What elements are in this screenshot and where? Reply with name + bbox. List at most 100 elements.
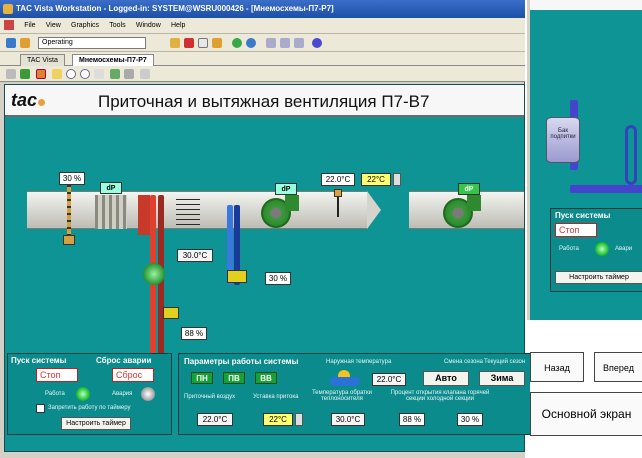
main-screen-button[interactable]: Основной экран bbox=[530, 392, 642, 436]
menu-window[interactable]: Window bbox=[136, 18, 161, 34]
winter-button[interactable]: Зима bbox=[479, 371, 525, 386]
supply-fan-dp: dP bbox=[275, 183, 297, 195]
refresh-icon[interactable] bbox=[212, 38, 222, 48]
properties-icon[interactable] bbox=[124, 69, 134, 79]
setpoint-value[interactable]: 22°C bbox=[263, 413, 293, 426]
align-icon-2[interactable] bbox=[280, 38, 290, 48]
reset-field[interactable]: Сброс bbox=[112, 368, 154, 382]
toolbar-icon-2[interactable] bbox=[20, 38, 30, 48]
tab-bar: TAC Vista Мнемосхемы-П7-Р7 bbox=[0, 52, 525, 66]
right-timer-button[interactable]: Настроить таймер bbox=[555, 271, 642, 284]
stop-icon[interactable] bbox=[184, 38, 194, 48]
alarm-label: Авария bbox=[112, 391, 133, 397]
supply-air-label: Приточный воздух bbox=[184, 394, 236, 400]
graphics-toolbar bbox=[0, 66, 525, 82]
back-button[interactable]: Назад bbox=[530, 352, 584, 382]
page-icon[interactable] bbox=[198, 38, 208, 48]
tab-mnemoschemes[interactable]: Мнемосхемы-П7-Р7 bbox=[72, 54, 154, 66]
brush-icon[interactable] bbox=[140, 69, 150, 79]
right-alarm-label: Авари bbox=[615, 246, 633, 252]
filter-icon bbox=[95, 195, 127, 229]
system-start-title: Пуск системы bbox=[11, 356, 67, 365]
menu-graphics[interactable]: Graphics bbox=[71, 18, 99, 34]
heater-temp: 30.0°C bbox=[177, 249, 213, 262]
document-icon bbox=[4, 19, 14, 30]
move-icon[interactable] bbox=[20, 69, 30, 79]
supply-temp: 22.0°C bbox=[321, 173, 355, 186]
toolbar-icon-1[interactable] bbox=[6, 38, 16, 48]
mimic-panel: tac Приточная и вытяжная вентиляция П7-В… bbox=[4, 84, 530, 452]
align-icon-1[interactable] bbox=[266, 38, 276, 48]
auto-button[interactable]: Авто bbox=[423, 371, 469, 386]
logo-dot bbox=[38, 99, 46, 106]
refresh-graphic-icon[interactable] bbox=[110, 69, 120, 79]
weather-icon bbox=[330, 370, 364, 388]
timer-disable-label: Запретить работу по таймеру bbox=[48, 405, 131, 411]
tac-logo: tac bbox=[11, 90, 46, 111]
supply-fan-icon bbox=[261, 195, 299, 231]
title-bar: TAC Vista Workstation - Logged-in: SYSTE… bbox=[0, 0, 525, 18]
cooler-coil bbox=[176, 199, 200, 229]
start-stop-field[interactable]: Стоп bbox=[36, 368, 78, 382]
pointer-icon[interactable] bbox=[52, 69, 62, 79]
right-start-field[interactable]: Стоп bbox=[555, 223, 597, 237]
fit-icon[interactable] bbox=[36, 69, 46, 79]
page-title: Приточная и вытяжная вентиляция П7-В7 bbox=[98, 92, 430, 111]
right-window: Бак подпитки Пуск системы Стоп Работа Ав… bbox=[527, 0, 642, 320]
params-title: Параметры работы системы bbox=[184, 357, 299, 366]
cooler-valve-percent: 88 % bbox=[181, 327, 207, 340]
app-icon bbox=[3, 4, 13, 14]
work-label: Работа bbox=[45, 391, 65, 397]
duct-intake-notch bbox=[13, 191, 27, 229]
zoom-in-icon[interactable] bbox=[66, 69, 76, 79]
go-icon[interactable] bbox=[232, 38, 242, 48]
heater-coil bbox=[138, 195, 150, 235]
temp-sensor-probe bbox=[337, 197, 339, 217]
cooler-valve-icon bbox=[227, 270, 247, 283]
select-icon[interactable] bbox=[6, 69, 16, 79]
nav-icon[interactable] bbox=[246, 38, 256, 48]
current-season-label: Текущий сезон bbox=[484, 359, 526, 365]
damper-percent: 30 % bbox=[59, 172, 85, 185]
hot-valve-value: 88 % bbox=[399, 413, 425, 426]
window-title: TAC Vista Workstation - Logged-in: SYSTE… bbox=[16, 4, 334, 13]
right-window-header bbox=[530, 0, 642, 10]
folder-icon[interactable] bbox=[170, 38, 180, 48]
right-work-label: Работа bbox=[559, 246, 579, 252]
outdoor-temp-value: 22.0°C bbox=[372, 373, 406, 386]
menu-view[interactable]: View bbox=[46, 18, 61, 34]
season-change-label: Смена сезона bbox=[444, 359, 483, 365]
graphic-header: tac Приточная и вытяжная вентиляция П7-В… bbox=[5, 85, 524, 117]
damper-actuator bbox=[67, 185, 71, 239]
valve-open-label: Процент открытия клапана горячей секции … bbox=[390, 390, 490, 402]
hand-icon[interactable] bbox=[94, 69, 104, 79]
right-system-panel: Пуск системы Стоп Работа Авари Настроить… bbox=[550, 208, 642, 292]
work-lamp bbox=[76, 387, 90, 401]
align-icon-3[interactable] bbox=[294, 38, 304, 48]
timer-setup-button[interactable]: Настроить таймер bbox=[61, 417, 131, 430]
logo-text: tac bbox=[11, 90, 38, 110]
exhaust-fan-dp: dP bbox=[458, 183, 480, 195]
menu-file[interactable]: File bbox=[24, 18, 35, 34]
unit-pn-indicator: ПН bbox=[191, 372, 213, 384]
supply-air-value: 22.0°C bbox=[197, 413, 233, 426]
setpoint-stepper-icon[interactable] bbox=[295, 413, 303, 426]
timer-disable-checkbox[interactable] bbox=[36, 404, 45, 413]
menu-tools[interactable]: Tools bbox=[109, 18, 125, 34]
supply-duct-arrow bbox=[367, 191, 381, 229]
alarm-reset-title: Сброс аварии bbox=[96, 356, 152, 365]
menu-help[interactable]: Help bbox=[171, 18, 185, 34]
zoom-out-icon[interactable] bbox=[80, 69, 90, 79]
setpoint-spinner-icon[interactable] bbox=[393, 173, 401, 186]
help-icon[interactable] bbox=[312, 38, 322, 48]
status-bar bbox=[0, 452, 525, 458]
forward-button[interactable]: Вперед bbox=[594, 352, 642, 382]
toolbar: Operating bbox=[0, 34, 525, 52]
supply-setpoint[interactable]: 22°C bbox=[361, 173, 391, 186]
screen: Бак подпитки Пуск системы Стоп Работа Ав… bbox=[0, 0, 642, 458]
feed-tank: Бак подпитки bbox=[546, 117, 580, 163]
right-lower-area bbox=[527, 320, 642, 458]
mode-select[interactable]: Operating bbox=[38, 37, 146, 49]
setpoint-label: Уставка притока bbox=[253, 394, 299, 400]
tab-tac-vista[interactable]: TAC Vista bbox=[20, 54, 65, 66]
